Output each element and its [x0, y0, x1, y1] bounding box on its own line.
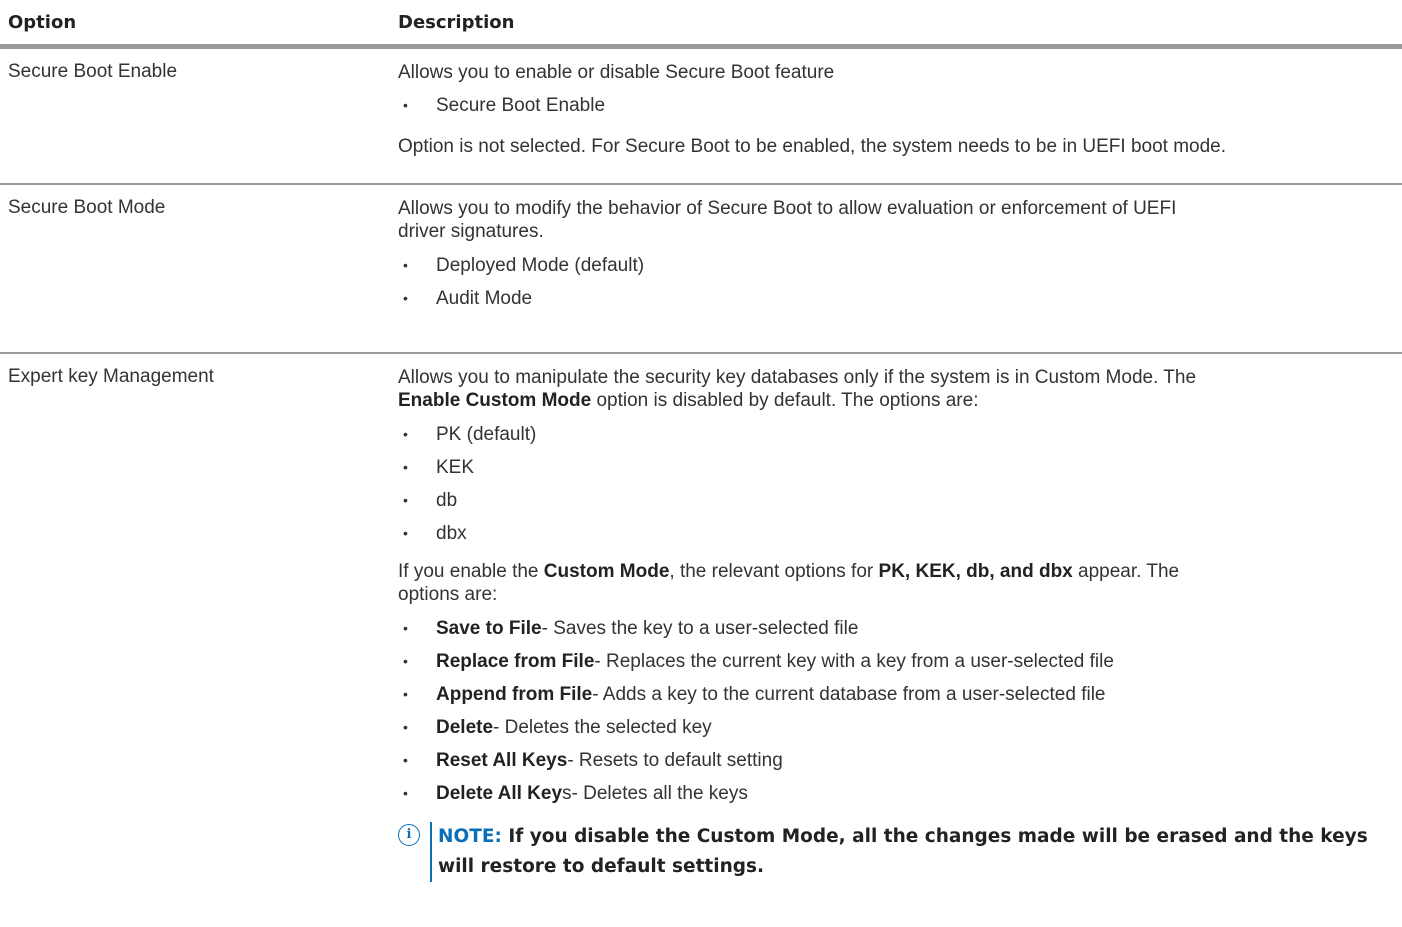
option-column-header: Option [8, 12, 77, 33]
description-intro: Allows you to enable or disable Secure B… [398, 62, 835, 83]
list-item: • KEK [403, 457, 475, 478]
note-text: NOTE: If you disable the Custom Mode, al… [438, 826, 1368, 877]
list-item: • Delete- Deletes the selected key [403, 717, 712, 738]
table-header: Option Description [0, 0, 1402, 49]
bullet-glyph: • [403, 785, 408, 801]
table-row-expert-key-management: Expert key Management Allows you to mani… [0, 354, 1402, 886]
bullet-glyph: • [403, 620, 408, 636]
bullet-glyph: • [403, 290, 408, 306]
list-item: • Append from File- Adds a key to the cur… [403, 684, 1106, 705]
table-row-secure-boot-enable: Secure Boot Enable Allows you to enable … [0, 49, 1402, 185]
option-name: Secure Boot Enable [8, 61, 178, 82]
bios-options-table: Option Description Secure Boot Enable Al… [0, 0, 1402, 886]
note-label: NOTE: [438, 826, 502, 847]
custom-mode-paragraph-line2: options are: [398, 584, 498, 605]
option-description: Allows you to modify the behavior of Sec… [398, 185, 1402, 320]
bullet-glyph: • [403, 686, 408, 702]
list-item: • Replace from File- Replaces the current… [403, 651, 1114, 672]
list-item: • db [403, 490, 458, 511]
description-intro-line2: Enable Custom Mode option is disabled by… [398, 390, 979, 411]
bullet-glyph: • [403, 97, 408, 113]
list-item: • Reset All Keys- Resets to default setti… [403, 750, 783, 771]
bullet-list: • Deployed Mode (default) • Audit Mode [398, 254, 1402, 320]
description-intro-line2: driver signatures. [398, 221, 544, 242]
table-row-secure-boot-mode: Secure Boot Mode Allows you to modify th… [0, 185, 1402, 354]
list-item: • Deployed Mode (default) [403, 255, 645, 276]
option-name: Secure Boot Mode [8, 197, 166, 218]
option-name: Expert key Management [8, 366, 214, 387]
list-item: • Secure Boot Enable [403, 95, 606, 116]
bullet-glyph: • [403, 719, 408, 735]
bullet-glyph: • [403, 752, 408, 768]
note-callout: i NOTE: If you disable the Custom Mode, … [398, 822, 1402, 886]
custom-mode-paragraph-line1: If you enable the Custom Mode, the relev… [398, 561, 1180, 582]
description-note: Option is not selected. For Secure Boot … [398, 136, 1227, 157]
bullet-list: • Secure Boot Enable [398, 94, 1402, 127]
list-item: • Audit Mode [403, 288, 533, 309]
description-intro-line1: Allows you to modify the behavior of Sec… [398, 198, 1177, 219]
key-database-list: • PK (default) • KEK • db • dbx [398, 423, 1402, 555]
bullet-glyph: • [403, 492, 408, 508]
list-item: • Save to File- Saves the key to a user-s… [403, 618, 859, 639]
bullet-glyph: • [403, 257, 408, 273]
bullet-glyph: • [403, 459, 408, 475]
custom-options-list: • Save to File- Saves the key to a user-s… [398, 617, 1402, 815]
info-icon: i [398, 824, 420, 846]
list-item: • dbx [403, 523, 467, 544]
list-item: • PK (default) [403, 424, 537, 445]
option-description: Allows you to enable or disable Secure B… [398, 49, 1402, 158]
option-description: Allows you to manipulate the security ke… [398, 354, 1402, 886]
note-divider [430, 822, 432, 882]
description-column-header: Description [398, 12, 515, 33]
bullet-glyph: • [403, 426, 408, 442]
description-intro-line1: Allows you to manipulate the security ke… [398, 367, 1197, 388]
bullet-glyph: • [403, 653, 408, 669]
bullet-glyph: • [403, 525, 408, 541]
list-item: • Delete All Keys- Deletes all the keys [403, 783, 748, 804]
